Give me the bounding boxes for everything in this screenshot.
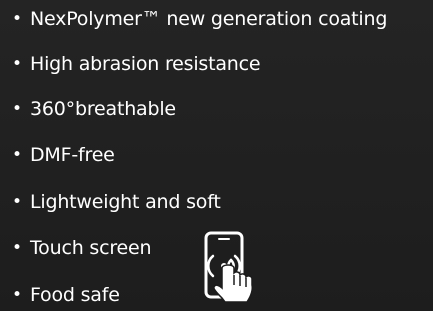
feature-item-food-safe: • Food safe bbox=[12, 280, 120, 310]
feature-text: Touch screen bbox=[30, 237, 152, 259]
bullet: • bbox=[12, 9, 22, 29]
feature-text: 360°breathable bbox=[30, 98, 176, 120]
feature-item-abrasion: • High abrasion resistance bbox=[12, 49, 261, 79]
feature-item-dmf-free: • DMF-free bbox=[12, 140, 115, 170]
feature-item-touch-screen: • Touch screen bbox=[12, 233, 152, 263]
feature-item-breathable: • 360°breathable bbox=[12, 94, 176, 124]
feature-text: Food safe bbox=[30, 284, 120, 306]
bullet: • bbox=[12, 285, 22, 305]
feature-panel: • NexPolymer™ new generation coating • H… bbox=[0, 0, 433, 311]
feature-item-lightweight: • Lightweight and soft bbox=[12, 187, 221, 217]
bullet: • bbox=[12, 145, 22, 165]
feature-text: Lightweight and soft bbox=[30, 191, 221, 213]
bullet: • bbox=[12, 99, 22, 119]
feature-text: High abrasion resistance bbox=[30, 53, 261, 75]
touch-screen-phone-icon bbox=[204, 231, 253, 303]
bullet: • bbox=[12, 192, 22, 212]
feature-item-coating: • NexPolymer™ new generation coating bbox=[12, 4, 387, 34]
feature-text: NexPolymer™ new generation coating bbox=[30, 8, 388, 30]
bullet: • bbox=[12, 238, 22, 258]
bullet: • bbox=[12, 54, 22, 74]
feature-text: DMF-free bbox=[30, 144, 115, 166]
